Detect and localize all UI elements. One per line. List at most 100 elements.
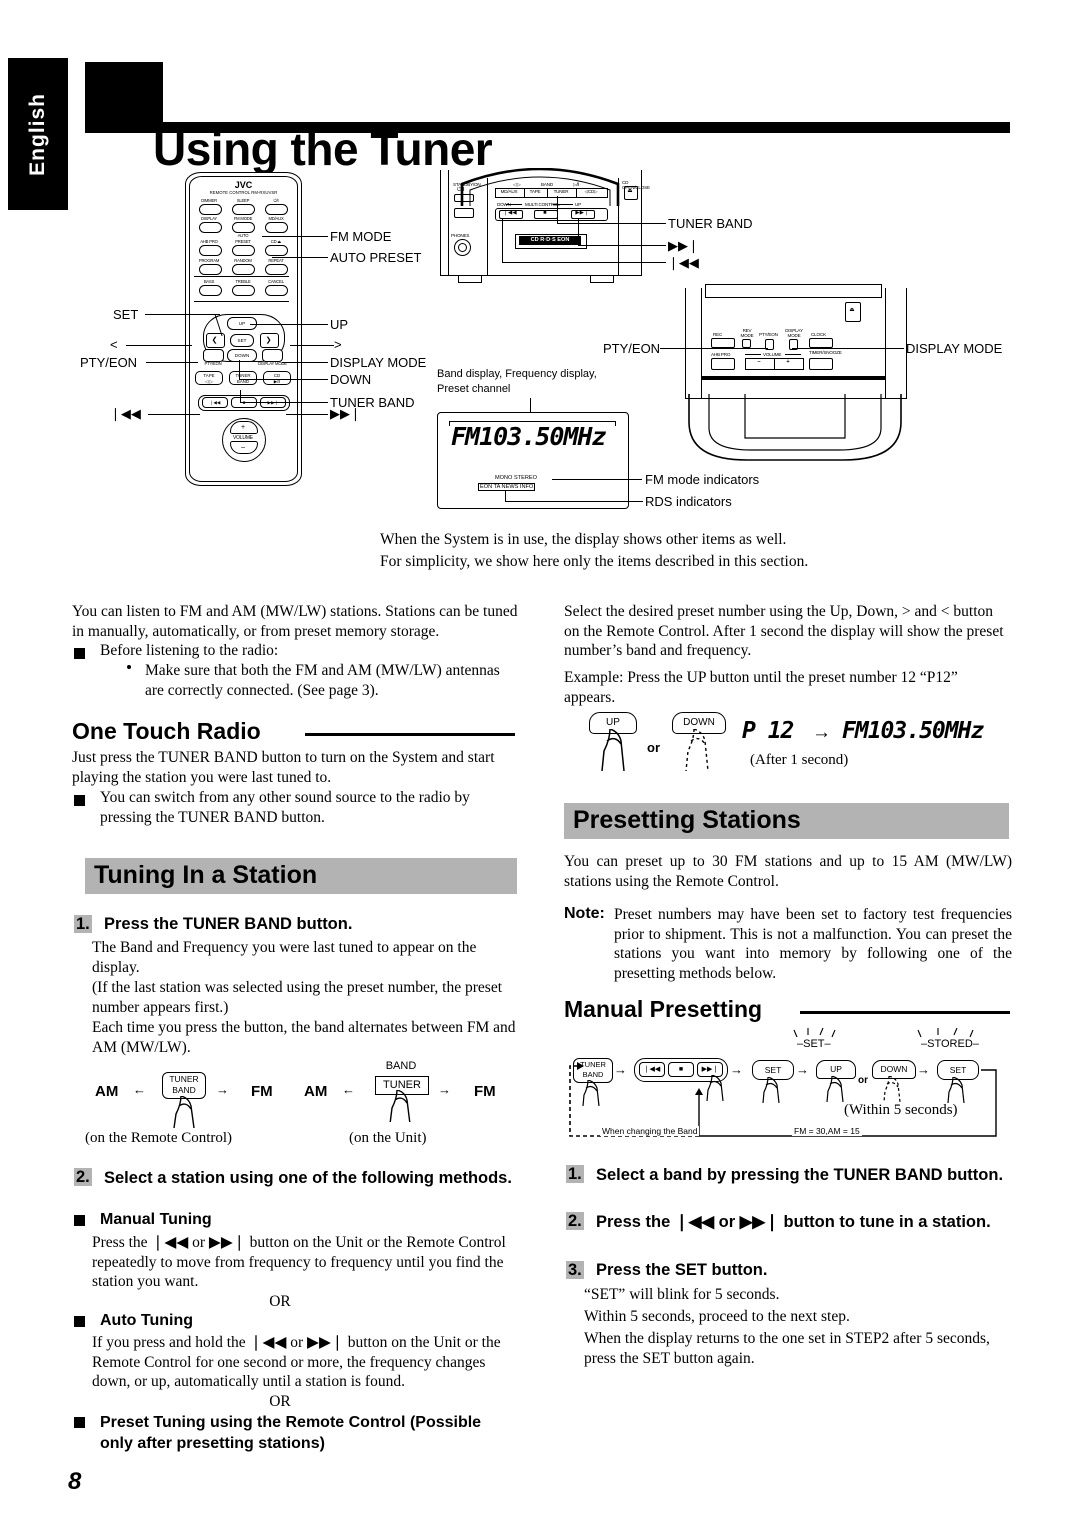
remote-button-fm-mode[interactable] [232, 222, 255, 233]
callout-down: DOWN [330, 372, 372, 387]
auto-tuning-paragraph: If you press and hold the ❘◀◀ or ▶▶❘ but… [92, 1334, 501, 1390]
flow-button-stop[interactable]: ■ [668, 1062, 694, 1077]
flow-arrow-4: → [917, 1062, 930, 1077]
unit2-vol-rule-left [745, 354, 761, 355]
unit2-button-rev-mode[interactable] [742, 339, 751, 348]
remote-tape-sublabel: ◁ ▷ [205, 379, 213, 385]
unit-md-aux-label: MD/AUX [500, 189, 518, 194]
presetting-step1-number: 1. [566, 1165, 584, 1184]
remote-button-dimmer[interactable] [199, 204, 222, 215]
band-diagram-remote-button[interactable]: TUNER BAND [162, 1072, 206, 1099]
unit-multi-rule-left [506, 204, 522, 205]
remote-button-treble[interactable] [232, 285, 255, 296]
remote-label-auto-preset: PRESET [235, 239, 251, 244]
intro-note-1: When the System is in use, the display s… [380, 531, 787, 548]
manual-tuning-paragraph: Press the ❘◀◀ or ▶▶❘ button on the Unit … [92, 1234, 506, 1290]
manual-presetting-rule [800, 1011, 1010, 1014]
remote-button-sleep[interactable] [232, 204, 255, 215]
subbullet-dot-1 [127, 665, 131, 669]
remote-button-bass[interactable] [199, 285, 222, 296]
callout-line-fm-mode [262, 236, 328, 237]
tuning-step1-number: 1. [74, 915, 92, 934]
remote-label-treble: TREBLE [235, 279, 251, 284]
callout-pty-eon: PTY/EON [80, 355, 138, 370]
remote-button-auto-preset[interactable] [232, 245, 255, 256]
finger-icon-flow-1 [582, 1080, 600, 1106]
callout-unit-tuner-band: TUNER BAND [668, 216, 753, 231]
remote-button-tuner-band[interactable]: TUNER BAND [229, 371, 257, 385]
unit-button-standby[interactable] [454, 194, 474, 202]
tuning-in-a-station-heading: Tuning In a Station [85, 858, 517, 894]
remote-volume-down-glyph: – [241, 444, 245, 451]
eject-icon: ⏏ [627, 188, 633, 194]
unit-up-label: UP [575, 202, 581, 207]
unit2-pty-eon-label: PTY/EON [759, 332, 778, 337]
remote-button-ahb-pro[interactable] [199, 245, 222, 256]
page-title-block: Using the Tuner [85, 62, 1010, 172]
tuning-step1-p3: Each time you press the button, the band… [92, 1019, 516, 1056]
callout-line-tuner-band-h [240, 402, 328, 403]
unit-next-glyph: ▶▶❘ [575, 210, 589, 216]
presetting-step3-p2: Within 5 seconds, proceed to the next st… [584, 1308, 850, 1325]
callout-unit-next: ▶▶❘ [668, 238, 699, 253]
manual-page: English Using the Tuner JVC REMOTE CONTR… [0, 0, 1080, 1528]
band-diagram-fm-unit: FM [474, 1083, 496, 1100]
remote-button-cd[interactable]: CD ▶/‖ [263, 371, 291, 385]
updown-arrow: → [812, 722, 831, 743]
tuning-step1-number-label: 1. [74, 915, 92, 933]
presetting-step3-p1: “SET” will blink for 5 seconds. [584, 1286, 780, 1303]
one-touch-radio-heading: One Touch Radio [72, 718, 261, 744]
unit2-button-timer-snooze[interactable] [809, 358, 833, 370]
remote-button-power[interactable] [265, 204, 288, 215]
manual-presetting-flow: –SET– –STORED– TUNER BAND → ❘◀◀ ■ ▶▶❘ → … [564, 1028, 1014, 1152]
remote-button-md-aux[interactable] [265, 222, 288, 233]
preset-tuning-heading: Preset Tuning using the Remote Control (… [100, 1414, 482, 1452]
presetting-step2-number-label: 2. [566, 1212, 584, 1230]
flow-arrow-2: → [730, 1062, 743, 1077]
unit2-volume-label: VOLUME [763, 352, 782, 357]
updown-lcd-preset: P 12 [742, 718, 794, 744]
flow-tuner-band-line1: TUNER [580, 1060, 606, 1069]
jvc-logo: JVC [234, 180, 253, 190]
remote-button-cancel[interactable] [265, 285, 288, 296]
unit2-button-rec[interactable] [711, 338, 735, 348]
unit2-vol-up-glyph: + [786, 359, 790, 365]
flow-caption-band: When changing the Band [600, 1126, 700, 1136]
band-alternation-diagram: AM ← TUNER BAND → FM (on the Remote Cont… [85, 1060, 515, 1150]
finger-icon-flow-5 [883, 1076, 901, 1102]
remote-button-prev[interactable]: ❘◀◀ [202, 397, 228, 408]
band-diagram-arrow-left-unit: ← [342, 1082, 355, 1097]
remote-button-random[interactable] [232, 264, 255, 275]
flow-caption-counts: FM = 30,AM = 15 [792, 1126, 862, 1136]
unit2-dark-band [701, 376, 885, 380]
unit2-top-slot [705, 284, 882, 298]
presetting-step1-number-label: 1. [566, 1165, 584, 1183]
callout-unit2-display-mode: DISPLAY MODE [906, 341, 1003, 356]
remote-button-program[interactable] [199, 264, 222, 275]
unit2-base [688, 394, 902, 461]
language-tab-label: English [26, 92, 49, 176]
one-touch-bullet: You can switch from any other sound sour… [100, 789, 470, 826]
callout-line-down-h [239, 379, 328, 380]
callout-line-left-angle [126, 345, 192, 346]
right-preset-paragraph-2: Example: Press the UP button until the p… [564, 669, 958, 706]
flow-button-prev[interactable]: ❘◀◀ [639, 1062, 665, 1077]
callout-line-up [250, 324, 328, 325]
note-body: Preset numbers may have been set to fact… [614, 906, 1012, 982]
remote-label-program: PROGRAM [198, 258, 220, 263]
manual-tuning-heading: Manual Tuning [100, 1211, 212, 1228]
unit-foot-right [590, 275, 614, 283]
remote-button-display[interactable] [199, 222, 222, 233]
remote-button-cd-eject[interactable] [265, 245, 288, 256]
unit-phones-label: PHONES [451, 233, 470, 238]
remote-button-down[interactable]: DOWN [227, 349, 257, 362]
unit2-button-ahb-pro[interactable] [711, 358, 735, 370]
or-separator-1: OR [269, 1293, 291, 1310]
unit-button-unlabeled[interactable] [454, 208, 474, 218]
unit2-button-clock[interactable] [809, 338, 833, 348]
lcd-main-text: FM103.50MHz [451, 422, 607, 451]
remote-button-repeat[interactable] [265, 264, 288, 275]
flow-or-label: or [858, 1075, 868, 1086]
remote-button-tape[interactable]: TAPE ◁ ▷ [195, 371, 223, 385]
left-bullet-1: Before listening to the radio: [100, 642, 279, 659]
